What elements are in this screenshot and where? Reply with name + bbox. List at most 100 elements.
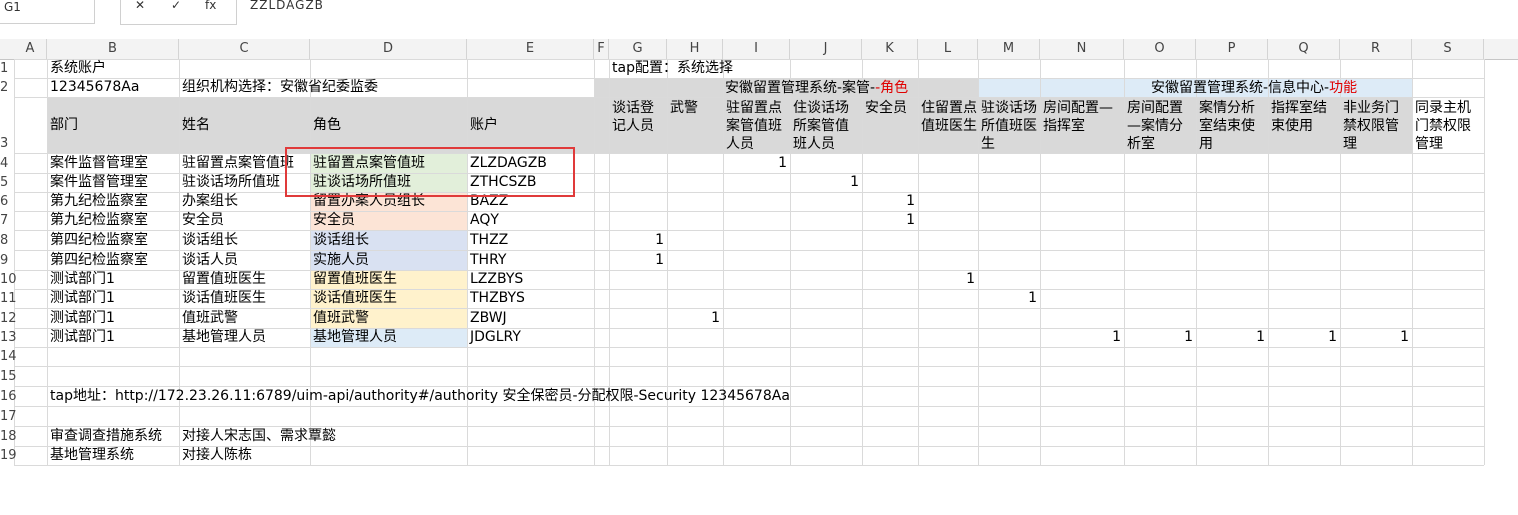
row-header-17[interactable]: 17 — [0, 408, 17, 426]
group-title-text: 安徽留置管理系统-案管- — [725, 80, 876, 96]
column-header-k[interactable]: K — [862, 39, 918, 59]
column-header-s[interactable]: S — [1412, 39, 1484, 59]
column-header-o[interactable]: O — [1124, 39, 1196, 59]
cell-role: 安全员 — [313, 212, 355, 228]
grid-vline — [918, 59, 919, 465]
row-header-11[interactable]: 11 — [0, 290, 17, 308]
system-account-value: 12345678Aa — [50, 79, 140, 95]
cell-name: 值班武警 — [182, 310, 238, 326]
group-title-text: 安徽留置管理系统-信息中心- — [1151, 80, 1330, 96]
cell-dept: 测试部门1 — [50, 290, 115, 306]
row-header-15[interactable]: 15 — [0, 368, 17, 386]
column-header-q[interactable]: Q — [1268, 39, 1340, 59]
cell-dept: 测试部门1 — [50, 271, 115, 287]
cell-name: 驻留置点案管值班 — [182, 155, 294, 171]
row-header-6[interactable]: 6 — [0, 193, 14, 211]
row-header-5[interactable]: 5 — [0, 174, 14, 192]
column-headers: ABCDEFGHIJKLMNOPQRS — [0, 39, 1518, 60]
matrix-value: 1 — [711, 310, 720, 326]
column-header-l[interactable]: L — [918, 39, 978, 59]
matrix-value: 1 — [1256, 329, 1265, 345]
row-header-14[interactable]: 14 — [0, 348, 17, 366]
header-name: 姓名 — [182, 117, 210, 133]
name-box[interactable]: G1 — [0, 0, 95, 24]
cell-name: 办案组长 — [182, 193, 238, 209]
matrix-value: 1 — [1184, 329, 1193, 345]
group-title-case-mgmt: 安徽留置管理系统-案管--角色 — [725, 79, 908, 97]
cell-role: 实施人员 — [313, 252, 369, 268]
column-header-n[interactable]: N — [1040, 39, 1124, 59]
matrix-value: 1 — [655, 232, 664, 248]
cell-name: 驻谈话场所值班 — [182, 174, 280, 190]
cancel-icon[interactable]: ✕ — [135, 0, 145, 12]
column-header-i[interactable]: I — [723, 39, 790, 59]
column-header-c[interactable]: C — [179, 39, 310, 59]
grid-hline — [14, 59, 1484, 60]
grid-vline — [14, 59, 15, 465]
row-header-7[interactable]: 7 — [0, 212, 14, 230]
row-header-4[interactable]: 4 — [0, 155, 14, 173]
grid-vline — [1412, 59, 1413, 465]
system-name-1: 审查调查措施系统 — [50, 428, 162, 444]
system-account-label: 系统账户 — [50, 60, 106, 76]
grid-hline — [14, 406, 1484, 407]
cell-dept: 第九纪检监察室 — [50, 193, 148, 209]
grid-vline — [1268, 59, 1269, 465]
row-header-9[interactable]: 9 — [0, 252, 14, 270]
header-role: 角色 — [313, 117, 341, 133]
grid-vline — [1196, 59, 1197, 465]
formula-input[interactable]: ZZLDAGZB — [250, 0, 324, 12]
cell-name: 安全员 — [182, 212, 224, 228]
row-header-1[interactable]: 1 — [0, 60, 14, 78]
column-header-r[interactable]: R — [1340, 39, 1412, 59]
cell-dept: 第四纪检监察室 — [50, 252, 148, 268]
column-header-e[interactable]: E — [467, 39, 594, 59]
grid-hline — [14, 366, 1484, 367]
perm-header: 武警 — [670, 100, 698, 116]
column-header-h[interactable]: H — [667, 39, 723, 59]
column-header-p[interactable]: P — [1196, 39, 1268, 59]
grid-vline — [47, 59, 48, 465]
tap-config-label: tap配置：系统选择 — [612, 60, 733, 76]
row-header-18[interactable]: 18 — [0, 428, 17, 446]
grid-hline — [14, 465, 1484, 466]
contact-2: 对接人陈栋 — [182, 447, 252, 463]
matrix-value: 1 — [655, 252, 664, 268]
cell-name: 谈话人员 — [182, 252, 238, 268]
column-header-m[interactable]: M — [978, 39, 1040, 59]
column-header-b[interactable]: B — [47, 39, 179, 59]
org-selection-label: 组织机构选择：安徽省纪委监委 — [182, 79, 378, 95]
cell-account: AQY — [470, 212, 499, 228]
matrix-value: 1 — [850, 174, 859, 190]
row-header-19[interactable]: 19 — [0, 447, 17, 465]
grid-vline — [1124, 59, 1125, 465]
column-header-d[interactable]: D — [310, 39, 467, 59]
system-name-2: 基地管理系统 — [50, 447, 134, 463]
confirm-icon[interactable]: ✓ — [171, 0, 181, 12]
cell-name: 谈话组长 — [182, 232, 238, 248]
row-header-2[interactable]: 2 — [0, 79, 14, 97]
header-dept: 部门 — [50, 117, 78, 133]
grid-vline — [978, 59, 979, 465]
column-header-a[interactable]: A — [14, 39, 47, 59]
row-header-3[interactable]: 3 — [0, 135, 14, 153]
row-header-16[interactable]: 16 — [0, 388, 17, 406]
matrix-value: 1 — [906, 193, 915, 209]
cell-role: 留置值班医生 — [313, 271, 397, 287]
grid-vline — [790, 59, 791, 465]
perm-header: 房间配置—指挥室 — [1043, 100, 1113, 134]
row-header-8[interactable]: 8 — [0, 232, 14, 250]
grid-vline — [862, 59, 863, 465]
fx-icon[interactable]: fx — [205, 0, 216, 12]
column-header-g[interactable]: G — [609, 39, 667, 59]
cell-account: LZZBYS — [470, 271, 524, 287]
matrix-value: 1 — [1400, 329, 1409, 345]
grid-hline — [14, 97, 1484, 98]
column-header-j[interactable]: J — [790, 39, 862, 59]
row-header-12[interactable]: 12 — [0, 310, 17, 328]
column-header-f[interactable]: F — [594, 39, 609, 59]
row-header-13[interactable]: 13 — [0, 329, 17, 347]
perm-header: 房间配置—案情分析室 — [1127, 100, 1183, 152]
row-header-10[interactable]: 10 — [0, 271, 17, 289]
matrix-value: 1 — [778, 155, 787, 171]
